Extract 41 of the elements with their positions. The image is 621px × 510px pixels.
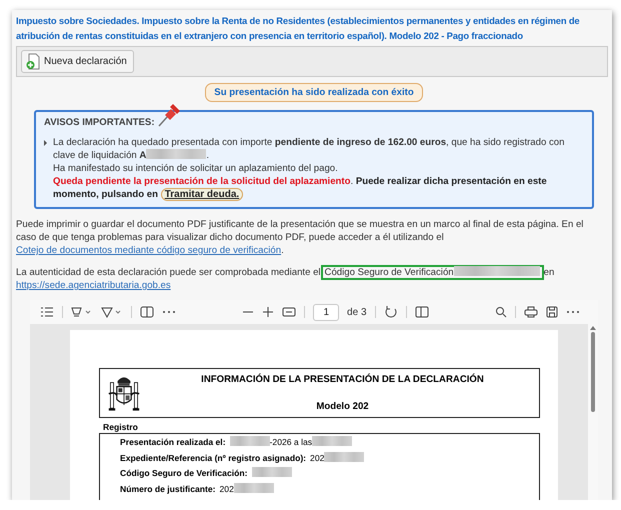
process-debt-link[interactable]: Tramitar deuda.: [160, 188, 244, 201]
draw-icon[interactable]: [101, 306, 123, 318]
page-title: Impuesto sobre Sociedades. Impuesto sobre la Renta de no Residentes (establecimientos permanentes y entidades en régimen de atribución de rentas constituidas en el extranjero con presencia en territorio español). Modelo 202 - Pago fraccionado: [16, 14, 580, 43]
success-message: Su presentación ha sido realizada con éxito: [205, 83, 423, 102]
field-label: Expediente/Referencia (nº registro asignado):: [120, 452, 306, 465]
text-icon[interactable]: [140, 306, 154, 318]
zoom-in-icon[interactable]: [262, 306, 274, 318]
website-link[interactable]: https://sede.agenciatributaria.gob.es: [16, 280, 171, 291]
page-number-field[interactable]: 1: [313, 304, 340, 320]
verification-text: en: [544, 267, 554, 278]
verification-code-highlight: Código Seguro de Verificación: [320, 265, 544, 280]
highlighter-icon[interactable]: [71, 306, 93, 318]
print-icon[interactable]: [524, 306, 538, 318]
verification-text: La autenticidad de esta declaración puede ser comprobada mediante el: [16, 267, 321, 278]
model-title: Modelo 202: [316, 401, 369, 412]
rotate-icon[interactable]: [384, 305, 398, 319]
contents-icon[interactable]: [40, 306, 54, 318]
notice-text: Ha manifestado su intención de solicitar un aplazamiento del pago.: [53, 162, 339, 175]
notice-heading: AVISOS IMPORTANTES:: [44, 116, 155, 128]
verification-link[interactable]: Cotejo de documentos mediante código seguro de verificación: [16, 245, 282, 256]
scrollbar-thumb[interactable]: [591, 332, 595, 412]
page-count: de 3: [347, 306, 367, 318]
info-paragraph: Puede imprimir o guardar el documento PDF justificante de la presentación que se muestra en un marco al final de esta página. En el caso de que tenga problemas para visualizar dicho documento PDF, puede acceder a él utilizando el Cotejo de documentos mediante código seguro de verificación.: [16, 218, 584, 257]
search-icon[interactable]: [495, 306, 507, 318]
section-title: Registro: [103, 422, 139, 432]
notice-text: Queda pendiente la presentación de la solicitud del aplazamiento. Puede realizar dicha presentación en este momento, pulsando en Tramitar deuda.: [53, 175, 548, 201]
notice-text: La declaración ha quedado presentada con importe pendiente de ingreso de 162.00 euros, que ha sido registrado con clave de liquidación A .: [53, 136, 566, 162]
field-value: 202: [220, 482, 274, 497]
pushpin-icon: [156, 102, 183, 128]
document-add-icon: [26, 53, 40, 70]
save-icon[interactable]: [546, 306, 558, 318]
field-label: Número de justificante:: [120, 482, 216, 496]
field-label: Código Seguro de Verificación:: [120, 467, 248, 480]
new-declaration-button[interactable]: Nueva declaración: [21, 50, 134, 73]
field-value: 202: [310, 450, 364, 466]
field-label: Presentación realizada el:: [120, 436, 226, 449]
bullet-icon: [44, 140, 47, 146]
field-value: -2026 a las: [230, 435, 352, 450]
document-title: INFORMACIÓN DE LA PRESENTACIÓN DE LA DECLARACIÓN: [201, 374, 484, 385]
page-view-icon[interactable]: [414, 306, 429, 318]
fit-width-icon[interactable]: [282, 306, 296, 318]
